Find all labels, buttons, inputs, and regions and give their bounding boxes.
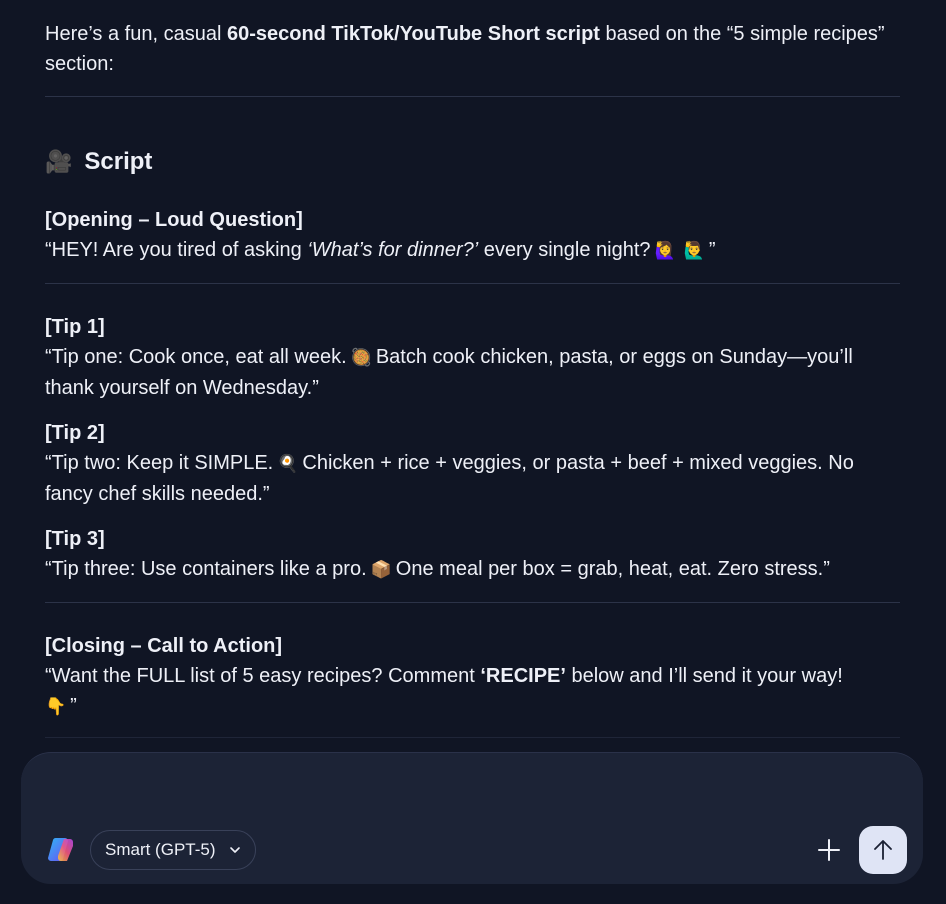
send-button[interactable] [859,826,907,874]
opening-section: [Opening – Loud Question] “HEY! Are you … [45,205,900,266]
tip2-label: [Tip 2] [45,422,105,444]
model-label: Smart (GPT-5) [105,840,216,859]
closing-text-bold: ‘RECIPE’ [480,665,566,687]
tip2-text: “Tip two: Keep it SIMPLE. 🍳 Chicken + rice… [45,448,900,509]
tip1-text: “Tip one: Cook once, eat all week. 🥘 Batch… [45,342,900,403]
closing-label: [Closing – Call to Action] [45,635,283,657]
copilot-logo-icon[interactable] [47,835,77,865]
heading-text: Script [84,148,153,175]
woman-raising-hand-icon: 🙋‍♀️ [654,241,676,260]
opening-text: “HEY! Are you tired of asking ‘What’s fo… [45,235,900,266]
section-heading: 🎥 Script [45,145,900,179]
intro-paragraph: Here’s a fun, casual 60-second TikTok/Yo… [45,19,900,79]
opening-text-a: “HEY! Are you tired of asking [45,239,308,261]
arrow-up-icon [874,840,892,860]
tip2-text-a: “Tip two: Keep it SIMPLE. [45,452,274,474]
message-composer: Smart (GPT-5) [21,752,923,884]
intro-bold: 60-second TikTok/YouTube Short script [226,23,600,45]
opening-label: [Opening – Loud Question] [45,209,303,231]
closing-text-b: below and I’ll send it your way! [565,665,843,687]
closing-text-end: ” [70,695,77,717]
video-camera-icon: 🎥 [45,149,73,174]
tip3-section: [Tip 3] “Tip three: Use containers like … [45,524,900,585]
message-input[interactable] [45,769,899,821]
closing-text-a: “Want the FULL list of 5 easy recipes? C… [45,665,481,687]
tip3-label: [Tip 3] [45,528,105,550]
pointing-down-icon: 👇 [45,697,67,716]
tip1-section: [Tip 1] “Tip one: Cook once, eat all wee… [45,312,900,403]
divider [45,602,900,603]
tip3-text-a: “Tip three: Use containers like a pro. [45,558,367,580]
divider [45,737,900,738]
tip3-text: “Tip three: Use containers like a pro. 📦 O… [45,554,900,585]
man-raising-hand-icon: 🙋‍♂️ [683,241,705,260]
closing-section: [Closing – Call to Action] “Want the FUL… [45,631,900,722]
chat-message: Here’s a fun, casual 60-second TikTok/Yo… [45,0,900,738]
tip3-text-b: One meal per box = grab, heat, eat. Zero… [395,558,830,580]
divider [45,96,900,97]
tip1-text-a: “Tip one: Cook once, eat all week. [45,346,347,368]
opening-text-end: ” [708,239,716,261]
model-selector[interactable]: Smart (GPT-5) [90,830,256,870]
tip2-section: [Tip 2] “Tip two: Keep it SIMPLE. 🍳 Chicke… [45,418,900,509]
stew-pot-icon: 🥘 [350,348,372,367]
frying-pan-icon: 🍳 [277,454,299,473]
divider [45,283,900,284]
tip1-label: [Tip 1] [45,316,105,338]
chevron-down-icon [230,847,240,853]
closing-text: “Want the FULL list of 5 easy recipes? C… [45,661,900,722]
intro-prefix: Here’s a fun, casual [45,23,227,45]
plus-icon[interactable] [817,838,841,862]
package-icon: 📦 [370,560,392,579]
opening-text-b: every single night? [478,239,651,261]
opening-text-italic: ‘What’s for dinner?’ [307,239,479,261]
